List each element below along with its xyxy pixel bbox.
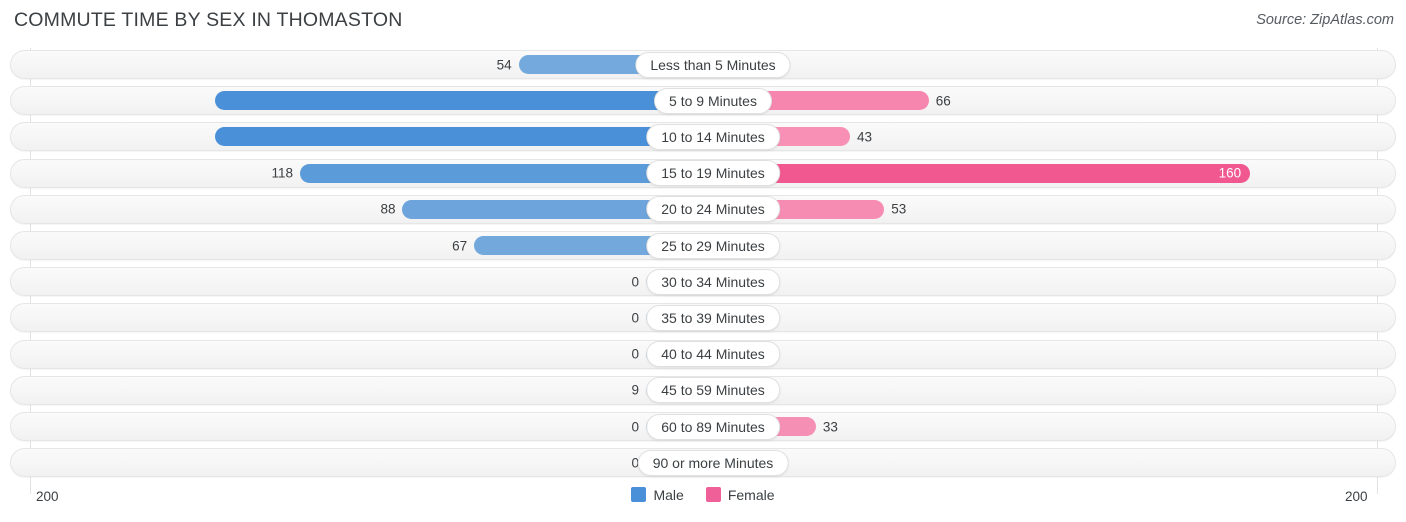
category-label: 25 to 29 Minutes <box>646 232 780 259</box>
legend-label: Male <box>653 486 684 503</box>
category-label: Less than 5 Minutes <box>635 51 791 78</box>
female-value-label: 160 <box>1218 165 1242 181</box>
male-value-label: 88 <box>380 201 396 217</box>
female-value-label: 66 <box>935 92 951 108</box>
male-value-label: 0 <box>631 310 639 326</box>
category-label: 40 to 44 Minutes <box>646 341 780 368</box>
category-label: 60 to 89 Minutes <box>646 413 780 440</box>
chart-row: 118 160 15 to 19 Minutes <box>10 158 1396 188</box>
male-value-label: 118 <box>271 165 294 181</box>
page-title: COMMUTE TIME BY SEX IN THOMASTON <box>14 9 403 31</box>
chart-row: 67025 to 29 Minutes <box>10 231 1396 260</box>
chart-row: 0 33 60 to 89 Minutes <box>10 412 1396 441</box>
male-bar: 118 <box>272 163 703 183</box>
legend-label: Female <box>727 486 775 503</box>
category-label: 10 to 14 Minutes <box>646 123 780 150</box>
source-attribution: Source: ZipAtlas.com <box>1256 12 1394 28</box>
chart-row: 5418Less than 5 Minutes <box>10 50 1396 79</box>
chart-row: 9645 to 59 Minutes <box>10 375 1396 405</box>
chart-row: 0040 to 44 Minutes <box>10 339 1396 369</box>
category-label: 15 to 19 Minutes <box>646 160 780 187</box>
male-value-label: 9 <box>631 382 639 398</box>
legend-item-male[interactable]: Male <box>631 486 684 503</box>
chart-row: 0030 to 34 Minutes <box>10 267 1396 297</box>
legend-swatch-icon <box>631 487 647 502</box>
male-value-label: 54 <box>496 56 512 72</box>
female-value-label: 53 <box>891 201 907 217</box>
category-label: 35 to 39 Minutes <box>646 304 780 331</box>
female-bar: 160 <box>703 163 1251 183</box>
plot-area: 5418Less than 5 Minutes 143 66 5 to 9 Minut… <box>0 48 1406 494</box>
chart-row: 0090 or more Minutes <box>10 448 1396 478</box>
category-label: 20 to 24 Minutes <box>646 196 780 223</box>
chart-row: 0035 to 39 Minutes <box>10 303 1396 333</box>
male-bar: 143 <box>214 91 703 111</box>
legend-swatch-icon <box>705 487 721 502</box>
chart-row: 143 66 5 to 9 Minutes <box>10 86 1396 116</box>
category-label: 90 or more Minutes <box>637 449 789 476</box>
male-value-label: 0 <box>631 418 639 434</box>
male-bar: 143 <box>214 127 703 147</box>
category-label: 30 to 34 Minutes <box>646 268 780 295</box>
male-value-label: 67 <box>452 237 468 253</box>
chart-root: COMMUTE TIME BY SEX IN THOMASTON Source:… <box>0 0 1406 522</box>
chart-row: 88 53 20 to 24 Minutes <box>10 194 1396 224</box>
category-label: 5 to 9 Minutes <box>654 87 772 114</box>
female-value-label: 43 <box>857 129 873 145</box>
category-label: 45 to 59 Minutes <box>646 377 780 404</box>
female-value-label: 33 <box>822 418 838 434</box>
chart-row: 143 43 10 to 14 Minutes <box>10 122 1396 152</box>
male-value-label: 0 <box>631 346 639 362</box>
male-value-label: 0 <box>631 273 639 289</box>
legend-item-female[interactable]: Female <box>705 486 775 503</box>
chart-legend: Male Female <box>0 487 1406 502</box>
